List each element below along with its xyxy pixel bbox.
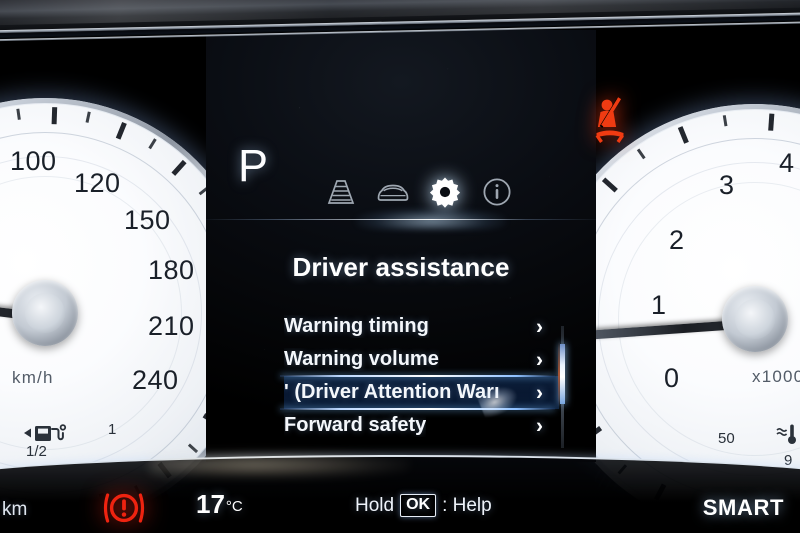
help-hint: Hold OK : Help — [355, 494, 492, 517]
dial-minor-tick — [636, 148, 646, 160]
fuel-half-label: 1/2 — [26, 443, 47, 460]
menu-scrollbar-thumb[interactable] — [557, 342, 566, 406]
ok-key-badge[interactable]: OK — [400, 494, 437, 517]
chevron-right-icon: › — [536, 414, 543, 437]
gear-position-indicator: P — [238, 140, 269, 191]
dial-minor-tick — [148, 138, 157, 150]
dial-major-tick — [601, 177, 618, 193]
driver-assistance-menu: Warning timing › Warning volume › ' (Dri… — [280, 310, 559, 442]
page-title: Driver assistance — [292, 252, 510, 282]
dial-major-tick — [768, 113, 774, 131]
instrument-cluster: 100 120 150 180 210 240 km/h 1/2 1 4 3 2… — [0, 0, 800, 533]
fuel-full-label: 1 — [108, 421, 117, 438]
dial-major-tick — [51, 107, 57, 125]
outside-temperature: 17°C — [196, 489, 243, 520]
temperature-unit: °C — [225, 498, 243, 515]
center-display-screen: P Driver assistance Warning timing › War… — [206, 30, 596, 462]
tab-row-divider — [206, 219, 596, 220]
tachometer-tick-label: 4 — [779, 148, 795, 178]
gear-icon[interactable] — [428, 176, 462, 208]
drive-mode-indicator: SMART — [702, 495, 784, 520]
tachometer-tick-label: 3 — [719, 170, 735, 200]
screen-tab-row — [324, 172, 514, 212]
speedometer-tick-label: 180 — [148, 255, 195, 285]
seatbelt-warning-icon — [588, 96, 632, 149]
temp-low-label: 50 — [718, 430, 735, 447]
chevron-right-icon: › — [536, 348, 543, 371]
odometer-unit-label: km — [2, 499, 28, 520]
tachometer-tick-label: 2 — [669, 225, 685, 255]
speedometer-tick-label: 100 — [10, 146, 57, 176]
road-lane-icon[interactable] — [324, 176, 358, 208]
chevron-right-icon: › — [536, 381, 543, 404]
dial-minor-tick — [722, 115, 728, 127]
tachometer-tick-label: 1 — [651, 290, 667, 320]
dial-major-tick — [677, 126, 689, 144]
speedometer-unit-label: km/h — [12, 368, 54, 387]
dial-minor-tick — [16, 108, 21, 120]
dial-major-tick — [115, 122, 127, 140]
menu-item-forward-safety[interactable]: Forward safety › — [284, 409, 559, 442]
car-front-icon[interactable] — [376, 176, 410, 208]
coolant-temp-icon — [776, 424, 800, 451]
info-circle-icon[interactable] — [480, 176, 514, 208]
menu-item-warning-volume[interactable]: Warning volume › — [284, 343, 559, 376]
menu-scrollbar[interactable] — [557, 326, 566, 448]
dial-minor-tick — [85, 111, 91, 123]
speedometer-tick-label: 120 — [74, 168, 121, 198]
speedometer-tick-label: 240 — [132, 365, 179, 395]
tachometer-tick-label: 0 — [664, 363, 680, 393]
menu-item-label: Warning timing — [284, 315, 429, 337]
speedometer-tick-label: 150 — [124, 205, 171, 235]
menu-item-driver-attention-warning[interactable]: ' (Driver Attention Warı › — [280, 375, 559, 410]
temperature-value: 17 — [196, 489, 225, 519]
menu-item-warning-timing[interactable]: Warning timing › — [284, 310, 559, 343]
menu-item-label: ' (Driver Attention Warı — [284, 381, 500, 403]
tachometer-unit-label: x1000 — [752, 367, 800, 386]
tachometer-hub — [722, 286, 788, 352]
speedometer-tick-label: 210 — [148, 311, 195, 341]
brake-warning-icon — [102, 487, 146, 533]
menu-item-label: Warning volume — [284, 348, 439, 370]
chevron-right-icon: › — [536, 315, 543, 338]
help-hint-suffix: : Help — [442, 494, 492, 516]
speedometer-hub — [12, 280, 78, 346]
dial-major-tick — [171, 159, 187, 176]
menu-item-label: Forward safety — [284, 414, 427, 436]
help-hint-prefix: Hold — [355, 494, 395, 516]
dial-minor-tick — [188, 443, 199, 453]
